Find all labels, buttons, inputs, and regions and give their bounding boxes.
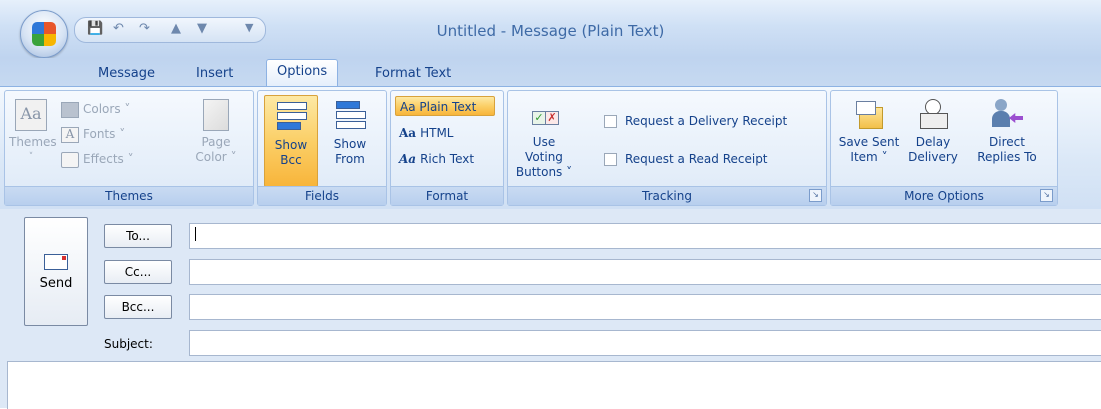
themes-group-label: Themes [5, 186, 253, 205]
colors-icon [61, 101, 79, 118]
show-bcc-button[interactable]: Show Bcc [264, 95, 318, 187]
page-color-label-2: Color [195, 150, 227, 164]
direct-replies-label-1: Direct [989, 135, 1025, 149]
message-body[interactable] [7, 361, 1101, 409]
direct-replies-label-2: Replies To [977, 150, 1037, 164]
bcc-button[interactable]: Bcc... [104, 295, 172, 319]
rich-text-button[interactable]: Aa Rich Text [399, 149, 474, 169]
themes-button-label: Themes [9, 135, 57, 149]
voting-buttons-icon: ✓ ✗ [528, 99, 560, 131]
effects-label: Effects [83, 152, 124, 166]
page-color-icon [203, 99, 229, 131]
cc-field[interactable] [189, 259, 1101, 285]
fonts-button[interactable]: A Fonts ˅ [61, 124, 125, 144]
show-from-icon [334, 101, 366, 133]
more-options-group: Save Sent Item ˅ Delay Delivery Direct R… [830, 90, 1058, 206]
show-from-label-2: From [335, 152, 365, 166]
tracking-group-label: Tracking [508, 186, 826, 205]
read-receipt-checkbox-box[interactable] [604, 153, 617, 166]
plain-text-label: Aa Plain Text [400, 100, 477, 114]
rich-text-icon: Aa [399, 152, 417, 166]
delay-delivery-icon [917, 99, 949, 131]
subject-field[interactable] [189, 330, 1101, 356]
read-receipt-label: Request a Read Receipt [625, 152, 768, 166]
ribbon: Aa Themes ˅ Colors ˅ A Fonts ˅ Effects ˅ … [0, 86, 1101, 210]
subject-label: Subject: [104, 337, 153, 351]
themes-icon: Aa [15, 99, 47, 131]
html-label: HTML [420, 126, 454, 140]
delivery-receipt-checkbox[interactable]: Request a Delivery Receipt [604, 111, 787, 131]
fields-group: Show Bcc Show From Fields [257, 90, 387, 206]
use-voting-label-2: Buttons [515, 165, 563, 179]
more-options-dialog-launcher-icon[interactable]: ↘ [1040, 189, 1053, 202]
read-receipt-checkbox[interactable]: Request a Read Receipt [604, 149, 768, 169]
themes-button[interactable]: Aa Themes ˅ [9, 99, 57, 165]
delay-delivery-label-1: Delay [915, 135, 951, 149]
tab-message[interactable]: Message [88, 62, 165, 86]
tracking-group: ✓ ✗ Use Voting Buttons ˅ Request a Deliv… [507, 90, 827, 206]
show-bcc-label-1: Show [274, 138, 308, 152]
ribbon-tabs: Message Insert Options Format Text [0, 58, 1101, 87]
fonts-label: Fonts [83, 127, 116, 141]
delivery-receipt-label: Request a Delivery Receipt [625, 114, 788, 128]
fonts-icon: A [61, 126, 79, 143]
save-sent-label-1: Save Sent [838, 135, 900, 149]
effects-icon [61, 151, 79, 168]
cc-button[interactable]: Cc... [104, 260, 172, 284]
show-bcc-icon [275, 102, 307, 134]
direct-replies-to-button[interactable]: Direct Replies To [965, 99, 1049, 165]
tab-format-text[interactable]: Format Text [365, 62, 461, 86]
format-group: Aa Plain Text Aa HTML Aa Rich Text Format [390, 90, 504, 206]
fields-group-label: Fields [258, 186, 386, 205]
delay-delivery-label-2: Delivery [908, 150, 958, 164]
to-field[interactable] [189, 223, 1101, 249]
colors-button[interactable]: Colors ˅ [61, 99, 130, 119]
title-bar: 💾 ↶ ↷ ▲ ▼ ▼ Untitled - Message (Plain Te… [0, 0, 1101, 59]
send-icon [44, 254, 68, 270]
tracking-dialog-launcher-icon[interactable]: ↘ [809, 189, 822, 202]
bcc-field[interactable] [189, 294, 1101, 320]
themes-group: Aa Themes ˅ Colors ˅ A Fonts ˅ Effects ˅ … [4, 90, 254, 206]
effects-button[interactable]: Effects ˅ [61, 149, 134, 169]
html-icon: Aa [399, 126, 417, 140]
use-voting-label-1: Use Voting [525, 135, 563, 164]
use-voting-buttons-button[interactable]: ✓ ✗ Use Voting Buttons ˅ [512, 99, 576, 180]
show-bcc-label-2: Bcc [280, 153, 302, 167]
to-button[interactable]: To... [104, 224, 172, 248]
compose-area: Send To... Cc... Bcc... Subject: [0, 209, 1101, 409]
tab-options[interactable]: Options [266, 59, 339, 87]
more-options-group-label: More Options [831, 186, 1057, 205]
tab-insert[interactable]: Insert [186, 62, 243, 86]
format-group-label: Format [391, 186, 503, 205]
page-color-button[interactable]: Page Color ˅ [191, 99, 241, 165]
delay-delivery-button[interactable]: Delay Delivery [905, 99, 961, 165]
save-sent-item-button[interactable]: Save Sent Item ˅ [835, 99, 903, 165]
page-color-label-1: Page [201, 135, 231, 149]
show-from-button[interactable]: Show From [324, 101, 376, 167]
send-label: Send [39, 276, 73, 291]
text-cursor [195, 227, 196, 241]
send-button[interactable]: Send [24, 217, 88, 326]
save-sent-item-icon [853, 99, 885, 131]
delivery-receipt-checkbox-box[interactable] [604, 115, 617, 128]
colors-label: Colors [83, 102, 121, 116]
rich-text-label: Rich Text [420, 152, 475, 166]
show-from-label-1: Show [333, 137, 367, 151]
save-sent-label-2: Item [850, 150, 878, 164]
direct-replies-icon [991, 99, 1023, 131]
window-title: Untitled - Message (Plain Text) [436, 22, 665, 40]
html-button[interactable]: Aa HTML [399, 123, 454, 143]
plain-text-button[interactable]: Aa Plain Text [395, 96, 495, 116]
